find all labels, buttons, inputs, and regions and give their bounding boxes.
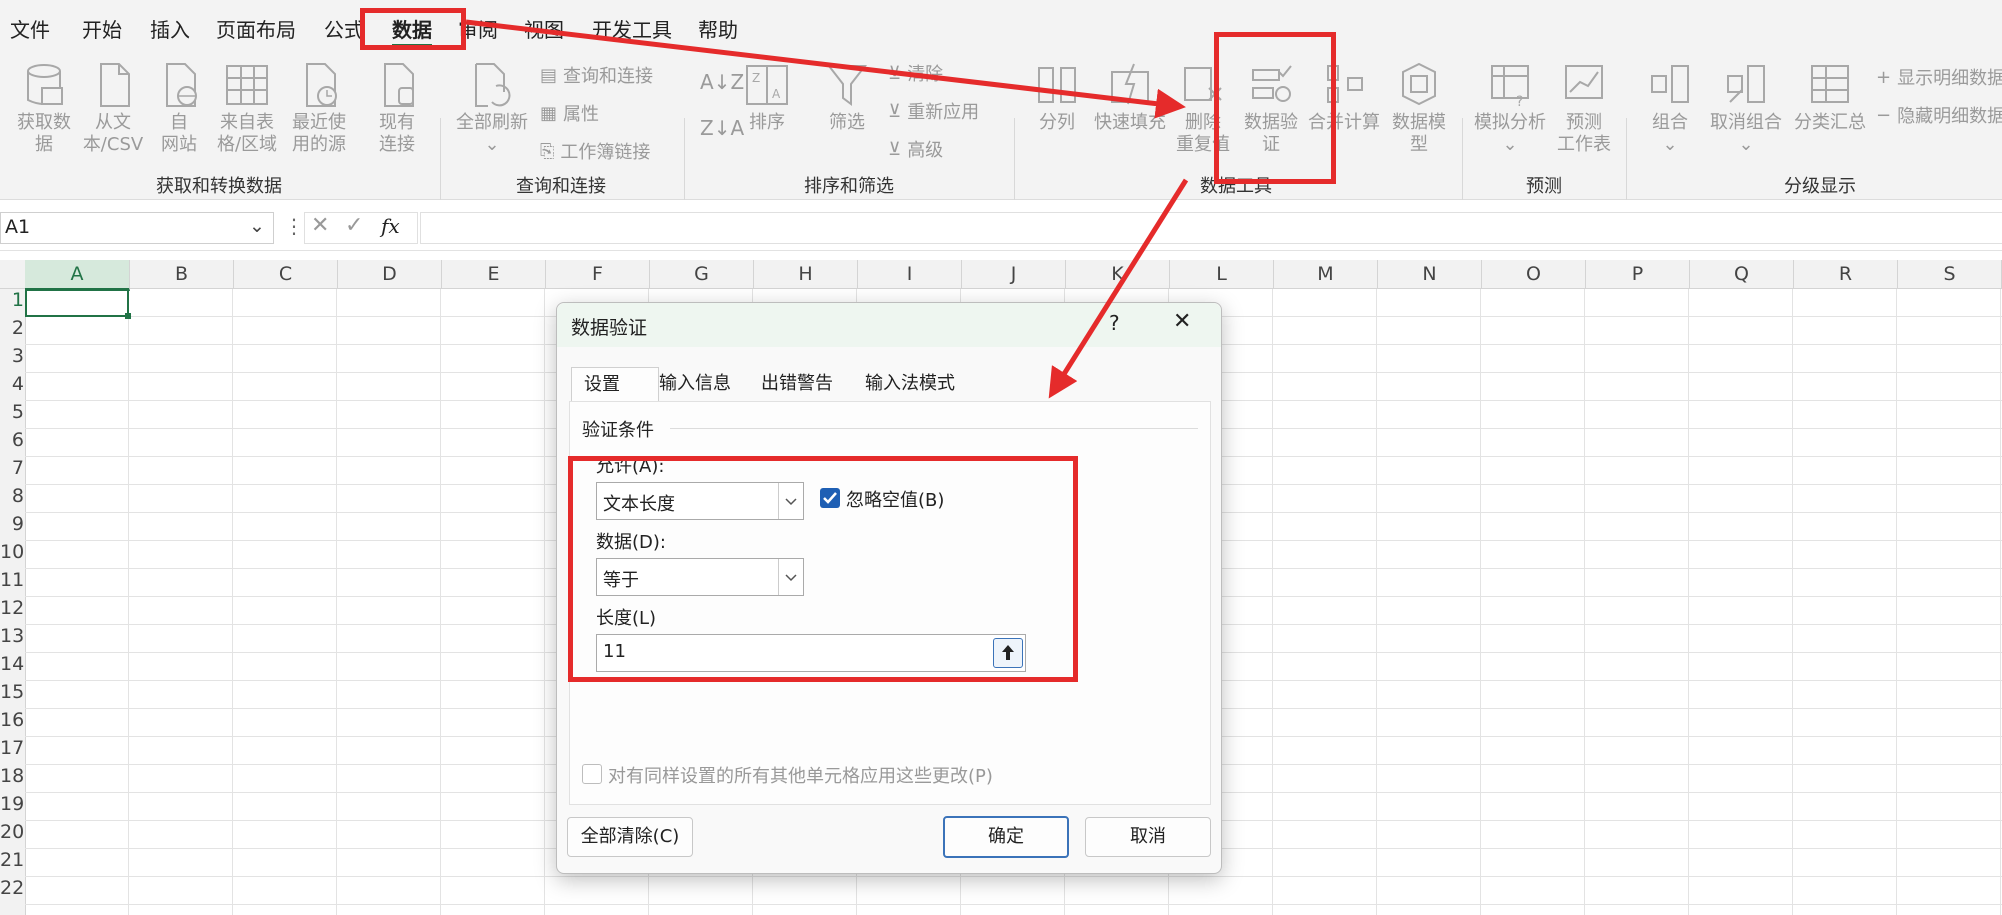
arrow-to-dialog [1048,178,1189,399]
arrow-to-validation-button [465,19,1186,119]
annotation-arrows [465,19,1189,399]
